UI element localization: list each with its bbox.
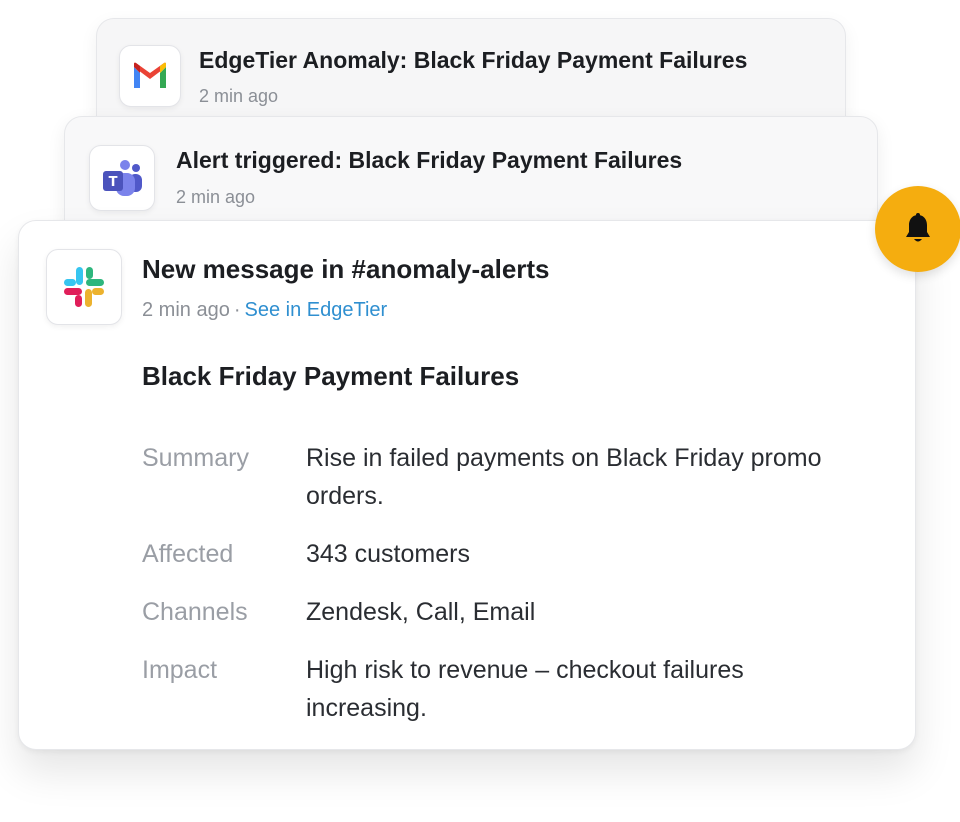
message-meta: 2 min ago · See in EdgeTier xyxy=(142,299,387,322)
message-heading: Black Friday Payment Failures xyxy=(142,361,520,391)
detail-label: Affected xyxy=(142,540,234,568)
detail-row-affected: Affected 343 customers xyxy=(142,535,862,573)
slack-message-card: New message in #anomaly-alerts 2 min ago… xyxy=(18,220,916,750)
message-details: Summary Rise in failed payments on Black… xyxy=(142,439,862,747)
detail-value: 343 customers xyxy=(306,540,470,568)
detail-value: Rise in failed payments on Black Friday … xyxy=(306,444,822,510)
slack-icon xyxy=(64,267,104,307)
see-in-edgetier-link[interactable]: See in EdgeTier xyxy=(245,299,388,321)
teams-icon: T xyxy=(103,160,142,196)
gmail-app-tile xyxy=(119,45,181,107)
detail-value: High risk to revenue – checkout failures… xyxy=(306,656,744,722)
meta-separator: · xyxy=(233,299,241,321)
svg-text:T: T xyxy=(109,175,118,190)
notification-title: EdgeTier Anomaly: Black Friday Payment F… xyxy=(199,47,748,73)
detail-row-impact: Impact High risk to revenue – checkout f… xyxy=(142,651,862,727)
message-title: New message in #anomaly-alerts xyxy=(142,254,550,284)
bell-icon xyxy=(906,213,930,242)
detail-row-channels: Channels Zendesk, Call, Email xyxy=(142,593,862,631)
detail-row-summary: Summary Rise in failed payments on Black… xyxy=(142,439,862,515)
notification-title: Alert triggered: Black Friday Payment Fa… xyxy=(176,147,683,173)
notification-stack: EdgeTier Anomaly: Black Friday Payment F… xyxy=(0,0,960,822)
detail-label: Impact xyxy=(142,656,218,684)
teams-app-tile: T xyxy=(89,145,155,211)
detail-label: Summary xyxy=(142,444,249,472)
notification-bell-button[interactable] xyxy=(875,186,960,272)
slack-app-tile xyxy=(46,249,122,325)
notification-time: 2 min ago xyxy=(199,86,279,106)
message-time: 2 min ago xyxy=(142,299,230,321)
gmail-icon xyxy=(134,62,166,88)
detail-value: Zendesk, Call, Email xyxy=(306,598,536,626)
notification-time: 2 min ago xyxy=(176,187,256,207)
detail-label: Channels xyxy=(142,598,248,626)
